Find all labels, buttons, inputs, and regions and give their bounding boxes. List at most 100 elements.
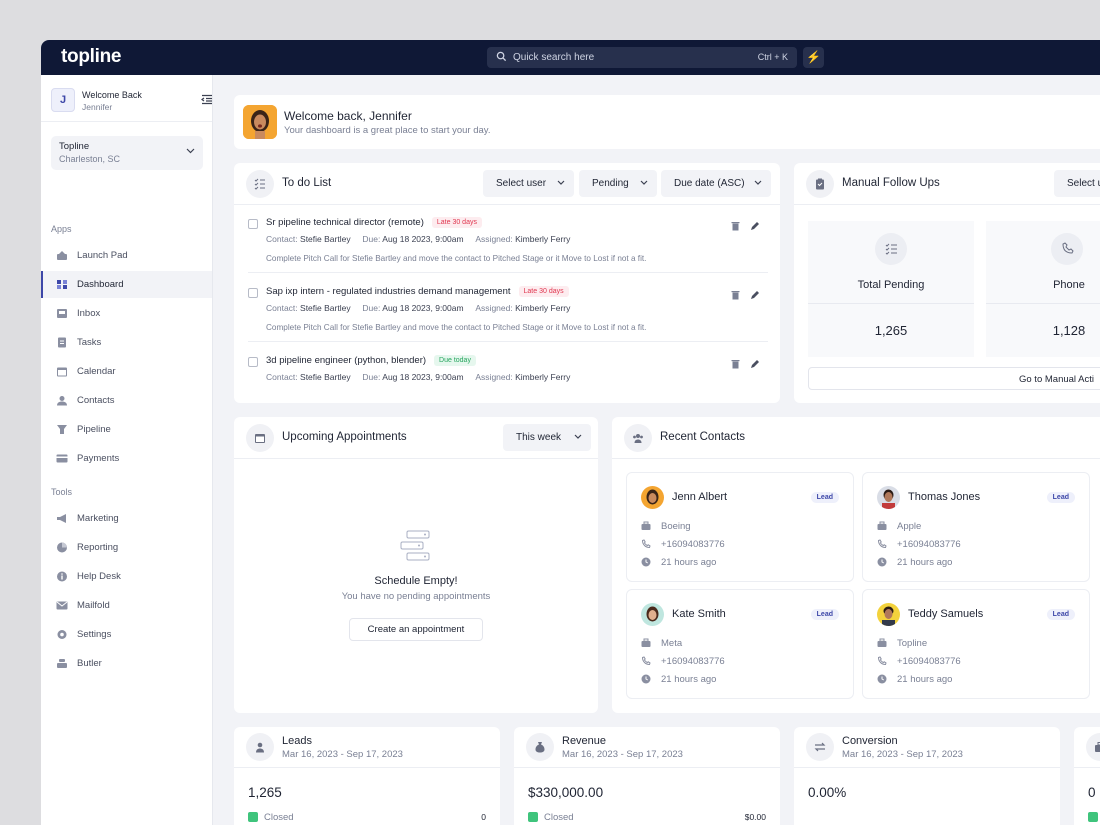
dropdown-label: Select user (496, 178, 547, 189)
contact-card[interactable]: Kate Smith Lead Meta +16094083776 21 hou… (626, 589, 854, 699)
divider (234, 204, 780, 205)
contact-value: Stefie Bartley (300, 303, 351, 313)
todo-checkbox[interactable] (248, 357, 258, 367)
pencil-icon[interactable] (750, 221, 760, 231)
sidebar-item-inbox[interactable]: Inbox (41, 300, 212, 327)
sidebar-item-pipeline[interactable]: Pipeline (41, 416, 212, 443)
sidebar-item-mailfold[interactable]: Mailfold (41, 592, 212, 619)
select-user-dropdown[interactable]: Select u (1054, 170, 1100, 197)
person-icon (246, 733, 274, 761)
sidebar-item-contacts[interactable]: Contacts (41, 387, 212, 414)
phone-text: +16094083776 (897, 539, 961, 550)
inbox-icon (57, 309, 67, 318)
sidebar: J Welcome Back Jennifer Topline Charlest… (41, 75, 213, 825)
closed-legend-swatch (528, 812, 538, 822)
create-appointment-button[interactable]: Create an appointment (349, 618, 483, 641)
stat-card-revenue: Revenue Mar 16, 2023 - Sep 17, 2023 $330… (514, 727, 780, 825)
contact-card[interactable]: Teddy Samuels Lead Topline +16094083776 … (862, 589, 1090, 699)
pencil-icon[interactable] (750, 359, 760, 369)
contact-phone: +16094083776 (877, 539, 961, 552)
appointments-title: Upcoming Appointments (282, 431, 407, 443)
contact-value: Stefie Bartley (300, 372, 351, 382)
stat-card-leads: Leads Mar 16, 2023 - Sep 17, 2023 1,265 … (234, 727, 500, 825)
status-dropdown[interactable]: Pending (579, 170, 657, 197)
apps-section-label: Apps (51, 224, 72, 234)
stat-title: Conversion (842, 735, 898, 747)
stat-date-range: Mar 16, 2023 - Sep 17, 2023 (282, 749, 403, 760)
pipeline-icon (57, 425, 67, 434)
go-to-manual-actions-button[interactable]: Go to Manual Acti (808, 367, 1100, 390)
user-profile[interactable]: J Welcome Back Jennifer (51, 88, 212, 123)
divider (612, 458, 1100, 459)
trash-icon[interactable] (731, 359, 740, 369)
stat-value: 1,265 (248, 785, 282, 800)
search-placeholder: Quick search here (513, 52, 595, 63)
sidebar-item-calendar[interactable]: Calendar (41, 358, 212, 385)
dropdown-label: Pending (592, 178, 629, 189)
dropdown-label: Select u (1067, 178, 1100, 189)
phone-icon (1051, 233, 1083, 265)
todo-checkbox[interactable] (248, 288, 258, 298)
select-user-dropdown[interactable]: Select user (483, 170, 574, 197)
divider (794, 204, 1100, 205)
sidebar-item-label: Marketing (77, 513, 119, 524)
contact-card[interactable]: Jenn Albert Lead Boeing +16094083776 21 … (626, 472, 854, 582)
user-photo (243, 105, 277, 139)
lead-badge: Lead (810, 609, 839, 620)
collapse-sidebar-icon[interactable] (201, 94, 213, 105)
clock-icon (877, 557, 887, 567)
phone-text: +16094083776 (661, 656, 725, 667)
welcome-title: Welcome back, Jennifer (284, 109, 412, 123)
time-text: 21 hours ago (897, 557, 953, 568)
bolt-icon[interactable]: ⚡ (803, 47, 824, 68)
company-text: Boeing (661, 521, 691, 532)
trash-icon[interactable] (731, 221, 740, 231)
tasks-icon (58, 337, 66, 348)
stat-value: 0 (1088, 785, 1096, 800)
contact-card[interactable]: Thomas Jones Lead Apple +16094083776 21 … (862, 472, 1090, 582)
sidebar-item-butler[interactable]: Butler (41, 650, 212, 677)
pencil-icon[interactable] (750, 290, 760, 300)
sidebar-item-payments[interactable]: Payments (41, 445, 212, 472)
search-icon (496, 51, 507, 62)
sidebar-item-label: Reporting (77, 542, 119, 553)
sidebar-item-reporting[interactable]: Reporting (41, 534, 212, 561)
briefcase-icon (641, 521, 651, 530)
sidebar-item-tasks[interactable]: Tasks (41, 329, 212, 356)
sidebar-item-marketing[interactable]: Marketing (41, 505, 212, 532)
location-switcher[interactable]: Topline Charleston, SC (51, 136, 203, 170)
todo-name-text: 3d pipeline engineer (python, blender) (266, 355, 427, 366)
avatar (877, 603, 900, 626)
sidebar-item-help-desk[interactable]: Help Desk (41, 563, 212, 590)
stat-date-range: Mar 16, 2023 - Sep 17, 2023 (842, 749, 963, 760)
divider (248, 272, 768, 273)
chevron-down-icon (754, 180, 762, 185)
sidebar-item-launch-pad[interactable]: Launch Pad (41, 242, 212, 269)
todo-checkbox[interactable] (248, 219, 258, 229)
status-badge: Due today (434, 355, 476, 366)
contact-phone: +16094083776 (641, 656, 725, 669)
sort-dropdown[interactable]: Due date (ASC) (661, 170, 771, 197)
sidebar-item-label: Launch Pad (77, 250, 128, 261)
contact-time: 21 hours ago (877, 674, 952, 687)
closed-label: Closed (544, 812, 574, 823)
assigned-value: Kimberly Ferry (515, 372, 571, 382)
chevron-down-icon (574, 434, 582, 439)
sidebar-item-label: Payments (77, 453, 120, 464)
sidebar-item-label: Tasks (77, 337, 102, 348)
chevron-down-icon (557, 180, 565, 185)
sidebar-item-settings[interactable]: Settings (41, 621, 212, 648)
megaphone-icon (57, 514, 66, 523)
sidebar-item-dashboard[interactable]: Dashboard (41, 271, 212, 298)
phone-icon (641, 539, 651, 549)
stat-label: Total Pending (857, 279, 925, 291)
sidebar-item-label: Inbox (77, 308, 101, 319)
phone-icon (877, 539, 887, 549)
week-filter-dropdown[interactable]: This week (503, 424, 591, 451)
todo-item: 3d pipeline engineer (python, blender) Du… (248, 354, 768, 388)
stat-value: 0.00% (808, 785, 847, 800)
divider (41, 121, 212, 122)
sidebar-item-label: Help Desk (77, 571, 121, 582)
search-input[interactable]: Quick search here Ctrl + K (487, 47, 797, 68)
trash-icon[interactable] (731, 290, 740, 300)
